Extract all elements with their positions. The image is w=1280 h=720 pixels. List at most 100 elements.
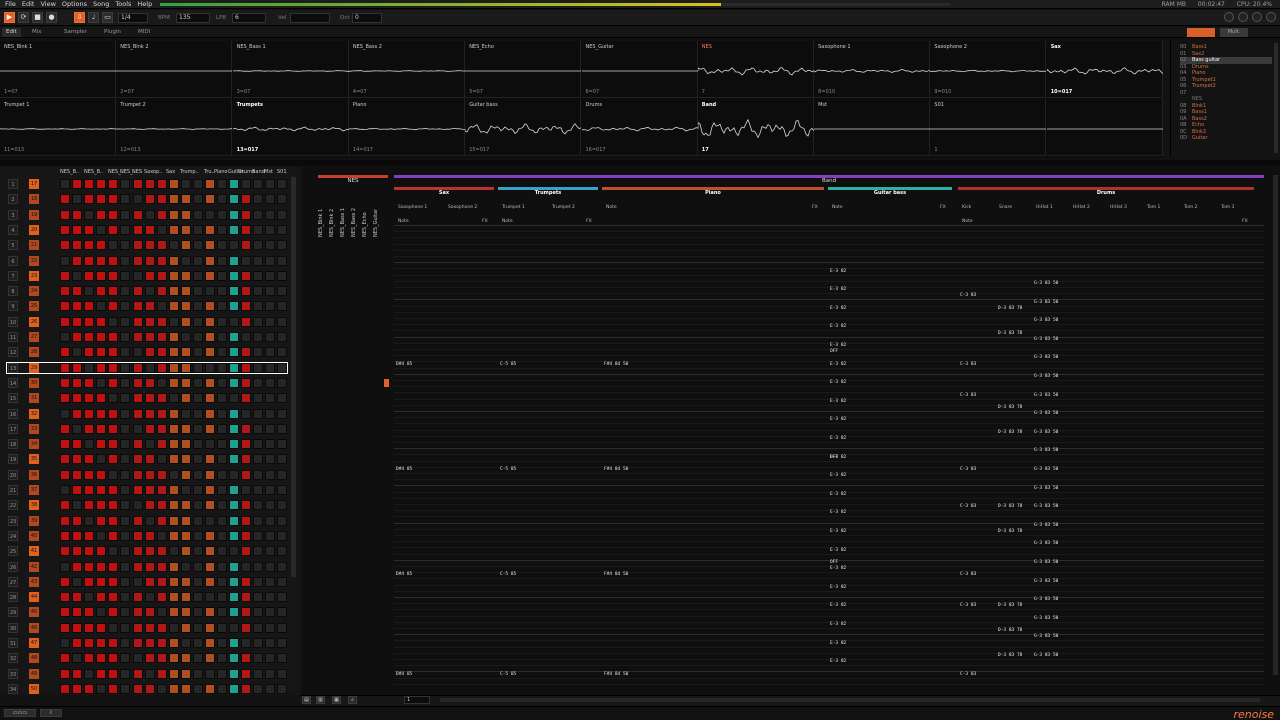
matrix-slot[interactable] (84, 576, 94, 587)
sequence-number[interactable]: 31 (8, 638, 18, 648)
matrix-slot[interactable] (169, 592, 179, 603)
matrix-slot[interactable] (157, 546, 167, 557)
matrix-slot[interactable] (241, 668, 251, 679)
matrix-slot[interactable] (120, 270, 130, 281)
matrix-slot[interactable] (157, 408, 167, 419)
matrix-slot[interactable] (96, 576, 106, 587)
pattern-event[interactable]: G-3 83 50 (1034, 616, 1058, 621)
track-header[interactable]: Trumpets (498, 187, 598, 196)
pattern-event[interactable]: G-3 83 50 (1034, 393, 1058, 398)
matrix-slot[interactable] (229, 485, 239, 495)
matrix-slot[interactable] (120, 301, 130, 312)
matrix-slot[interactable] (277, 270, 287, 281)
matrix-slot[interactable] (265, 255, 275, 266)
pattern-event[interactable]: G-3 83 50 (1034, 504, 1058, 509)
matrix-slot[interactable] (72, 347, 82, 358)
matrix-slot[interactable] (145, 622, 155, 633)
pattern-event[interactable]: E-3 82 (830, 492, 846, 497)
matrix-slot[interactable] (241, 500, 251, 511)
matrix-slot[interactable] (157, 423, 167, 434)
matrix-slot[interactable] (181, 576, 191, 587)
sequence-pattern[interactable]: 27 (29, 332, 39, 342)
matrix-slot[interactable] (217, 607, 227, 618)
matrix-slot[interactable] (120, 194, 130, 205)
menu-song[interactable]: Song (90, 0, 112, 9)
matrix-slot[interactable] (72, 515, 82, 526)
matrix-slot[interactable] (84, 500, 94, 511)
sequence-pattern[interactable]: 19 (29, 209, 39, 220)
matrix-slot[interactable] (193, 683, 203, 694)
matrix-slot[interactable] (193, 286, 203, 297)
matrix-slot[interactable] (133, 286, 143, 297)
matrix-slot[interactable] (217, 423, 227, 434)
matrix-slot[interactable] (133, 638, 143, 648)
matrix-slot[interactable] (217, 240, 227, 251)
matrix-slot[interactable] (253, 530, 263, 541)
matrix-slot[interactable] (145, 301, 155, 312)
matrix-slot[interactable] (157, 638, 167, 648)
matrix-slot[interactable] (253, 515, 263, 526)
matrix-slot[interactable] (133, 561, 143, 572)
matrix-slot[interactable] (265, 668, 275, 679)
matrix-slot[interactable] (253, 592, 263, 603)
matrix-slot[interactable] (133, 332, 143, 342)
matrix-slot[interactable] (108, 240, 118, 251)
matrix-slot[interactable] (253, 439, 263, 450)
matrix-slot[interactable] (277, 576, 287, 587)
matrix-slot[interactable] (96, 515, 106, 526)
matrix-slot[interactable] (133, 683, 143, 694)
matrix-slot[interactable] (84, 316, 94, 327)
matrix-slot[interactable] (145, 270, 155, 281)
scope-8[interactable]: Saxophone 1 8=010 (814, 41, 931, 98)
matrix-slot[interactable] (120, 224, 130, 235)
matrix-slot[interactable] (181, 638, 191, 648)
matrix-slot[interactable] (145, 377, 155, 388)
matrix-slot[interactable] (193, 194, 203, 205)
matrix-slot[interactable] (96, 485, 106, 495)
matrix-slot[interactable] (229, 469, 239, 480)
play-icon[interactable]: ▶ (4, 12, 15, 23)
matrix-slot[interactable] (253, 622, 263, 633)
matrix-slot[interactable] (253, 500, 263, 511)
matrix-slot[interactable] (277, 209, 287, 220)
matrix-slot[interactable] (96, 683, 106, 694)
pattern-event[interactable]: D-3 83 78 (998, 306, 1022, 311)
matrix-slot[interactable] (157, 439, 167, 450)
matrix-slot[interactable] (108, 301, 118, 312)
matrix-slot[interactable] (277, 423, 287, 434)
instrument-list-scrollbar[interactable] (1274, 43, 1278, 153)
matrix-slot[interactable] (205, 515, 215, 526)
matrix-slot[interactable] (133, 255, 143, 266)
matrix-slot[interactable] (253, 194, 263, 205)
matrix-slot[interactable] (60, 668, 70, 679)
matrix-slot[interactable] (181, 286, 191, 297)
matrix-slot[interactable] (96, 255, 106, 266)
matrix-slot[interactable] (72, 224, 82, 235)
matrix-slot[interactable] (145, 638, 155, 648)
log-button[interactable]: ▭▭▭ (4, 709, 36, 717)
matrix-slot[interactable] (133, 423, 143, 434)
matrix-slot[interactable] (193, 576, 203, 587)
pattern-event[interactable]: G-3 83 50 (1034, 448, 1058, 453)
matrix-slot[interactable] (169, 393, 179, 404)
sequence-number[interactable]: 19 (8, 454, 18, 465)
matrix-slot[interactable] (84, 469, 94, 480)
sequence-pattern[interactable]: 45 (29, 607, 39, 618)
matrix-slot[interactable] (217, 515, 227, 526)
matrix-slot[interactable] (145, 576, 155, 587)
matrix-slot[interactable] (157, 653, 167, 664)
matrix-slot[interactable] (157, 224, 167, 235)
sequence-number[interactable]: 28 (8, 592, 18, 603)
matrix-slot[interactable] (217, 622, 227, 633)
matrix-slot[interactable] (145, 286, 155, 297)
matrix-slot[interactable] (181, 423, 191, 434)
sequence-number[interactable]: 12 (8, 347, 18, 358)
matrix-slot[interactable] (133, 209, 143, 220)
matrix-slot[interactable] (72, 530, 82, 541)
matrix-slot[interactable] (205, 469, 215, 480)
matrix-slot[interactable] (72, 423, 82, 434)
sequence-number[interactable]: 24 (8, 530, 18, 541)
matrix-slot[interactable] (181, 622, 191, 633)
follow-icon[interactable]: ⇩ (74, 12, 85, 23)
matrix-slot[interactable] (145, 316, 155, 327)
